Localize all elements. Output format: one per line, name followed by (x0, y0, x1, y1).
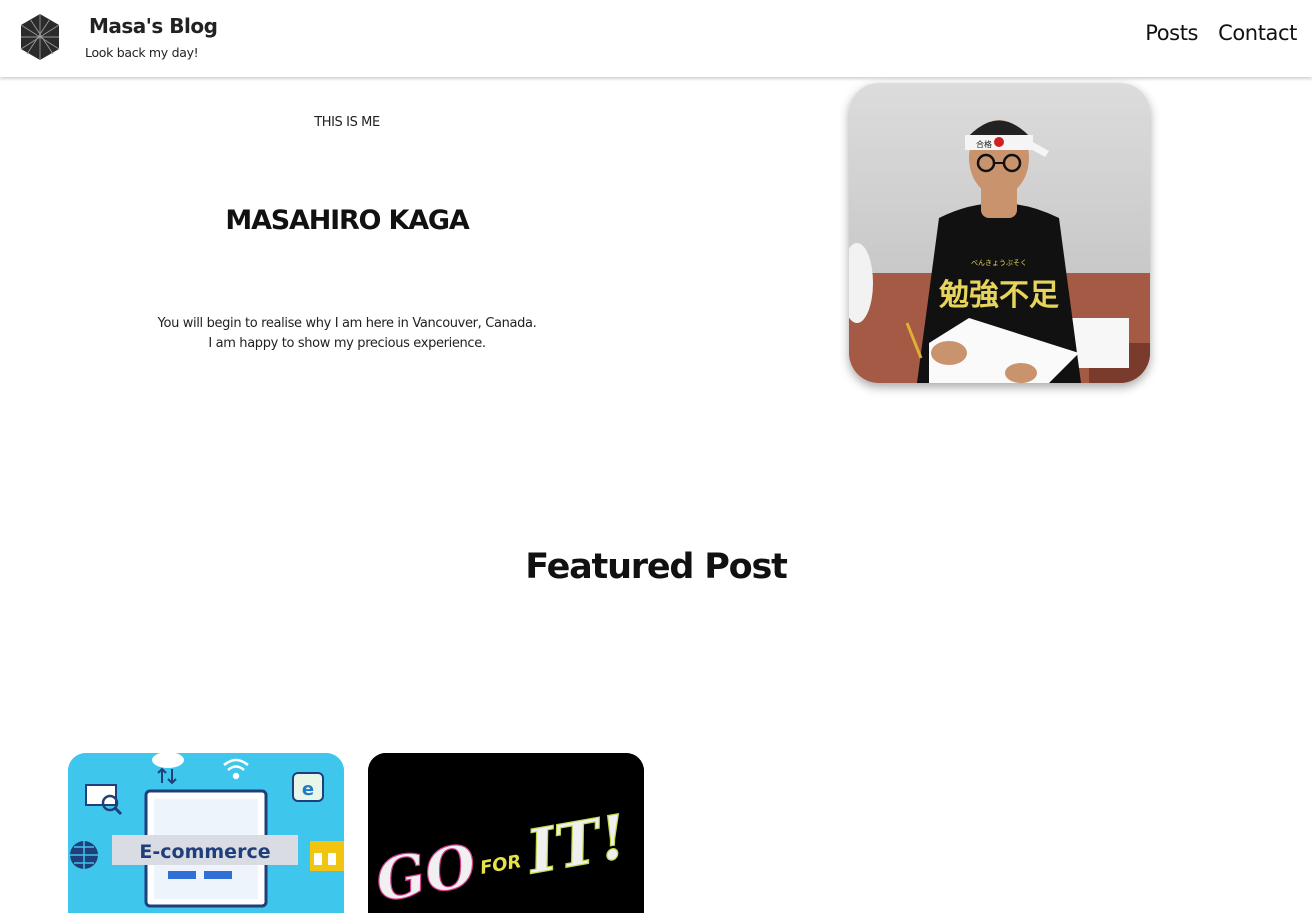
hero-text-line-1: You will begin to realise why I am here … (157, 316, 537, 331)
shop-icon (310, 841, 344, 871)
hero-name: MASAHIRO KAGA (225, 205, 469, 236)
shirt-small-text: べんきょうぶそく (971, 259, 1027, 267)
site-title[interactable]: Masa's Blog (89, 14, 218, 38)
site-header: Masa's Blog Look back my day! Posts Cont… (0, 0, 1312, 77)
nav-link-posts[interactable]: Posts (1145, 21, 1198, 45)
hero-eyebrow: THIS IS ME (314, 115, 380, 130)
featured-post-heading: Featured Post (525, 547, 788, 587)
svg-text:合格: 合格 (976, 139, 992, 149)
nav-link-contact[interactable]: Contact (1218, 21, 1297, 45)
hero-text-line-2: I am happy to show my precious experienc… (208, 336, 486, 351)
featured-card-go-for-it[interactable]: GO FOR IT! (368, 753, 644, 913)
main-nav: Posts Contact (1145, 21, 1297, 45)
browser-letter-icon: e (292, 772, 324, 802)
browser-letter: e (302, 779, 314, 800)
shirt-text: 勉強不足 (938, 278, 1059, 313)
hero-text: You will begin to realise why I am here … (97, 314, 597, 354)
featured-card-ecommerce[interactable]: E-commerce e (68, 753, 344, 913)
profile-photo: 合格 べんきょうぶそく 勉強不足 (849, 83, 1150, 383)
ecommerce-label: E-commerce (139, 841, 270, 863)
globe-icon (70, 841, 98, 869)
hexagon-logo-icon[interactable] (18, 12, 62, 62)
site-subtitle: Look back my day! (85, 45, 199, 60)
